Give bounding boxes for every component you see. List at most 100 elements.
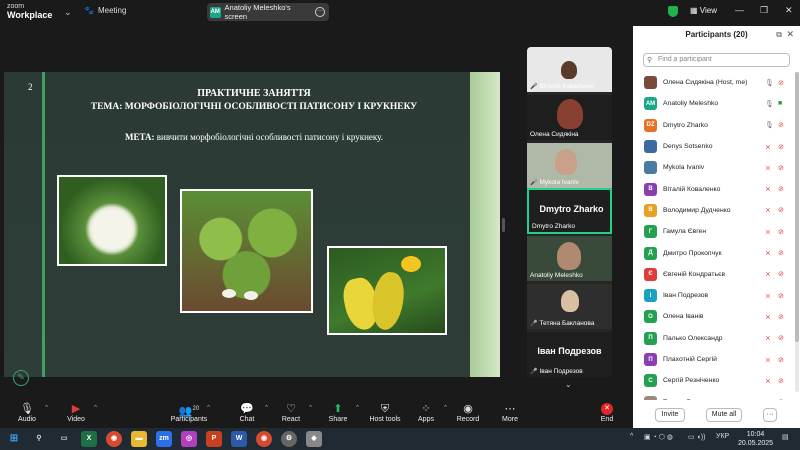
excel-icon[interactable]: X — [81, 431, 97, 447]
scrollbar-thumb[interactable] — [795, 72, 799, 342]
scroll-down-chevron-icon[interactable]: ⌄ — [565, 380, 572, 389]
system-clock[interactable]: 10:04 20.05.2025 — [738, 430, 773, 448]
word-icon[interactable]: W — [231, 431, 247, 447]
video-off-icon[interactable]: ⊘ — [778, 185, 784, 193]
mic-muted-icon[interactable]: ⨯ — [765, 270, 771, 278]
mic-muted-icon[interactable]: ⨯ — [765, 377, 771, 385]
mute-all-button[interactable]: Mute all — [706, 408, 742, 422]
chrome-icon[interactable]: ◉ — [256, 431, 272, 447]
mic-muted-icon[interactable]: ⨯ — [765, 143, 771, 151]
video-off-icon[interactable]: ⊘ — [778, 164, 784, 172]
mic-muted-icon[interactable]: ⨯ — [765, 164, 771, 172]
invite-button[interactable]: Invite — [655, 408, 685, 422]
host-tools-button[interactable]: ⛨ Host tools — [362, 402, 408, 423]
pop-out-icon[interactable]: ⧉ — [776, 30, 782, 40]
app-icon[interactable]: ⚙ — [281, 431, 297, 447]
app-icon[interactable]: ◎ — [181, 431, 197, 447]
participant-search-input[interactable]: ⚲ Find a participant — [643, 53, 790, 67]
close-icon[interactable]: ✕ — [785, 5, 793, 16]
participant-row[interactable]: О Олена Іванів ⨯ ⊘ — [633, 306, 793, 327]
participant-row[interactable]: Mykola Ivaniv ⨯ ⊘ — [633, 157, 793, 178]
end-meeting-button[interactable]: ✕ End — [584, 402, 630, 423]
mic-muted-icon[interactable]: ⨯ — [765, 185, 771, 193]
meeting-tab[interactable]: 🐾 Meeting — [84, 6, 126, 15]
chevron-down-icon[interactable]: ⌄ — [64, 7, 72, 18]
mic-muted-icon[interactable]: ⨯ — [765, 292, 771, 300]
video-off-icon[interactable]: ⊘ — [778, 292, 784, 300]
powerpoint-icon[interactable]: P — [206, 431, 222, 447]
file-explorer-icon[interactable]: ▬ — [131, 431, 147, 447]
network-volume-icons[interactable]: ▭ ◖)) — [688, 433, 705, 441]
tray-chevron-icon[interactable]: ^ — [630, 433, 633, 440]
video-tile[interactable]: 🎤 Тетяна Бакланова — [527, 284, 612, 329]
audio-button[interactable]: 🎙 Audio ^ — [4, 402, 50, 423]
minimize-icon[interactable]: — — [735, 5, 744, 15]
microphone-icon[interactable]: 🎙 — [765, 100, 774, 108]
video-tile[interactable]: 🎤 Mykola Ivaniv — [527, 143, 612, 188]
apps-button[interactable]: ⁘ Apps ^ — [403, 402, 449, 423]
notifications-icon[interactable]: ▤ — [782, 433, 789, 441]
chevron-up-icon[interactable]: ^ — [356, 405, 359, 411]
video-on-icon[interactable]: ■ — [778, 100, 782, 107]
zoom-icon[interactable]: zm — [156, 431, 172, 447]
participant-row[interactable]: В Володимир Дудченко ⨯ ⊘ — [633, 200, 793, 221]
resize-handle[interactable] — [502, 218, 505, 232]
microphone-icon[interactable]: 🎙 — [765, 121, 774, 129]
participant-row[interactable]: Д Дмитро Прокопчук ⨯ ⊘ — [633, 242, 793, 263]
task-view-icon[interactable]: ▭ — [56, 431, 72, 447]
video-tile[interactable]: Олена Сидякіна — [527, 95, 612, 140]
video-off-icon[interactable]: ⊘ — [778, 334, 784, 342]
video-tile-active-speaker[interactable]: Dmytro Zharko Dmytro Zharko — [527, 188, 612, 234]
mic-muted-icon[interactable]: ⨯ — [765, 249, 771, 257]
tray-icons[interactable]: ▣ ◔ ⬡ ◍ — [644, 433, 673, 441]
chevron-up-icon[interactable]: ^ — [207, 405, 210, 411]
chevron-up-icon[interactable]: ^ — [94, 405, 97, 411]
participant-row[interactable]: AM Anatoliy Meleshko 🎙 ■ — [633, 93, 793, 114]
windows-start-icon[interactable]: ⊞ — [6, 431, 22, 447]
participant-row[interactable]: Є Євгеній Кондратьєв ⨯ ⊘ — [633, 264, 793, 285]
microphone-icon[interactable]: 🎙 — [765, 79, 774, 87]
participant-row[interactable]: В Віталій Коваленко ⨯ ⊘ — [633, 178, 793, 199]
video-off-icon[interactable]: ⊘ — [778, 228, 784, 236]
view-button[interactable]: ▦ View — [690, 6, 717, 15]
more-options-icon[interactable]: ··· — [315, 7, 325, 17]
share-button[interactable]: ⬆ Share ^ — [315, 402, 361, 423]
mic-muted-icon[interactable]: ⨯ — [765, 356, 771, 364]
close-panel-icon[interactable]: ✕ — [786, 29, 794, 40]
chevron-up-icon[interactable]: ^ — [309, 405, 312, 411]
more-options-button[interactable]: ··· — [763, 408, 777, 422]
react-button[interactable]: ♡ React ^ — [268, 402, 314, 423]
video-off-icon[interactable]: ⊘ — [778, 121, 784, 129]
screen-share-indicator[interactable]: AM Anatoliy Meleshko's screen ··· — [207, 3, 329, 21]
video-off-icon[interactable]: ⊘ — [778, 270, 784, 278]
participant-row[interactable]: Олена Сидякіна (Host, me) 🎙 ⊘ — [633, 72, 793, 93]
video-tile[interactable]: Іван Подрезов 🎤 Іван Подрезов — [527, 332, 612, 377]
annotate-pencil-icon[interactable]: ✎ — [13, 370, 29, 386]
chevron-up-icon[interactable]: ^ — [45, 405, 48, 411]
participant-row[interactable]: І Іван Подрезов ⨯ ⊘ — [633, 285, 793, 306]
mic-muted-icon[interactable]: ⨯ — [765, 206, 771, 214]
video-off-icon[interactable]: ⊘ — [778, 249, 784, 257]
video-tile[interactable]: Anatoliy Meleshko — [527, 236, 612, 281]
participant-row[interactable]: Denys Sotsenko ⨯ ⊘ — [633, 136, 793, 157]
video-off-icon[interactable]: ⊘ — [778, 143, 784, 151]
video-off-icon[interactable]: ⊘ — [778, 356, 784, 364]
video-off-icon[interactable]: ⊘ — [778, 377, 784, 385]
mic-muted-icon[interactable]: ⨯ — [765, 334, 771, 342]
app-icon[interactable]: ◆ — [306, 431, 322, 447]
encryption-shield-icon[interactable] — [668, 6, 678, 17]
video-button[interactable]: ▶ Video ^ — [53, 402, 99, 423]
video-off-icon[interactable]: ⊘ — [778, 79, 784, 87]
chrome-icon[interactable]: ◉ — [106, 431, 122, 447]
participant-row[interactable]: П Плахотній Сергій ⨯ ⊘ — [633, 349, 793, 370]
chat-button[interactable]: 💬 Chat ^ — [224, 402, 270, 423]
participant-row[interactable]: Г Гамула Євген ⨯ ⊘ — [633, 221, 793, 242]
more-button[interactable]: ⋯ More — [487, 402, 533, 423]
video-tile[interactable]: 🎤 Віталій Коваленко — [527, 47, 612, 92]
language-indicator[interactable]: УКР — [716, 433, 729, 440]
participants-button[interactable]: 👥20 Participants ^ — [166, 402, 212, 423]
video-off-icon[interactable]: ⊘ — [778, 313, 784, 321]
mic-muted-icon[interactable]: ⨯ — [765, 313, 771, 321]
search-icon[interactable]: ⚲ — [31, 431, 47, 447]
video-off-icon[interactable]: ⊘ — [778, 206, 784, 214]
